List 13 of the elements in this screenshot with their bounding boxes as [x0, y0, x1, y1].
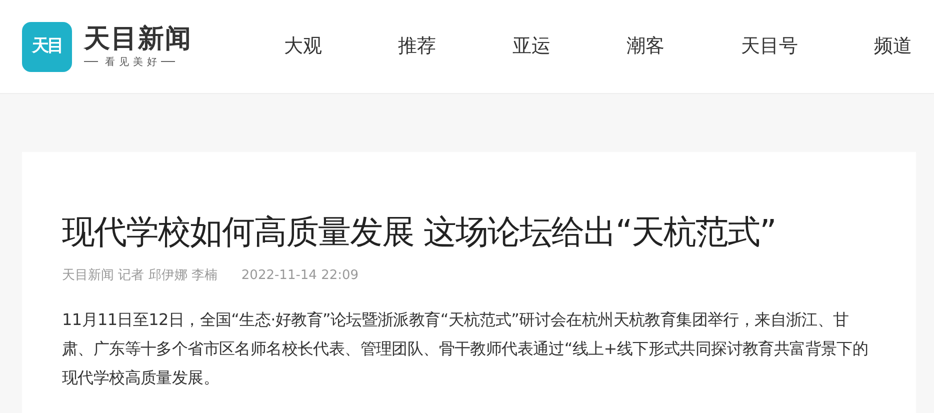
nav-link[interactable]: 大观: [284, 32, 322, 61]
nav-link[interactable]: 天目号: [740, 32, 798, 61]
nav-link[interactable]: 频道: [874, 32, 912, 61]
article-title: 现代学校如何高质量发展 这场论坛给出“天杭范式”: [62, 212, 777, 252]
nav-link[interactable]: 亚运: [512, 32, 550, 61]
nav-link[interactable]: 推荐: [398, 32, 436, 61]
publish-time: 2022-11-14 22:09: [241, 266, 359, 285]
logo-slogan: 看见美好: [84, 58, 192, 68]
logo-mark: 天目: [22, 22, 72, 72]
nav-link[interactable]: 潮客: [626, 32, 665, 61]
byline: 天目新闻 记者 邱伊娜 李楠: [62, 266, 218, 285]
article-paragraph: 11月11日至12日，全国“生态·好教育”论坛暨浙派教育“天杭范式”研讨会在杭州天杭教育集团举行，来自浙江、甘肃、广东等十多个省市区名师名校长代表、管理团队、骨干教师代表通过“线上+线下形式共同探讨教育共富背景下的现代学校高质量发展。: [62, 309, 870, 390]
logo-name: 天目新闻: [84, 26, 192, 52]
